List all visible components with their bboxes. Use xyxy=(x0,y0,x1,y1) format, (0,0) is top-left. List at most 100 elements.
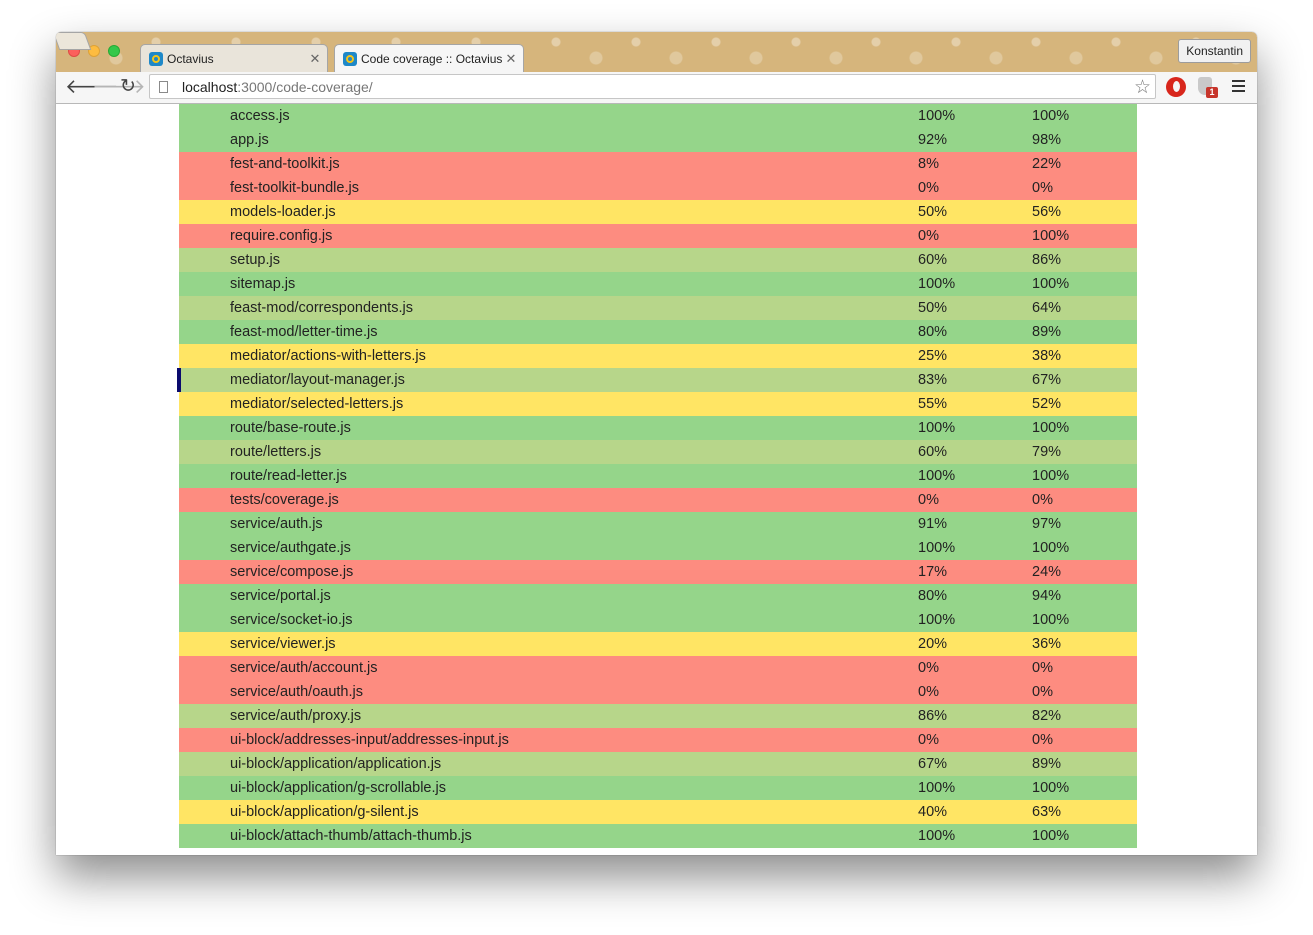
coverage-value-1: 0% xyxy=(918,660,939,676)
bookmark-star-icon[interactable]: ☆ xyxy=(1134,76,1151,99)
forward-arrow-icon[interactable]: 🡒 xyxy=(92,77,146,97)
file-name: service/authgate.js xyxy=(230,540,351,556)
table-row: mediator/selected-letters.js 55% 52% xyxy=(179,392,1137,416)
table-row: service/auth/account.js 0% 0% xyxy=(179,656,1137,680)
coverage-value-2: 0% xyxy=(1032,660,1053,676)
file-name: mediator/actions-with-letters.js xyxy=(230,348,426,364)
file-name: access.js xyxy=(230,108,290,124)
page-viewport[interactable]: access.js 100% 100% app.js 92% 98% fest-and-to… xyxy=(56,104,1257,855)
coverage-value-1: 100% xyxy=(918,540,956,556)
coverage-value-1: 8% xyxy=(918,156,939,172)
ghostery-extension-icon[interactable]: 1 xyxy=(1196,77,1218,98)
coverage-value-1: 0% xyxy=(918,228,939,244)
table-row: route/letters.js 60% 79% xyxy=(179,440,1137,464)
coverage-value-1: 100% xyxy=(918,780,956,796)
browser-window: Octavius ✕ Code coverage :: Octavius ✕ K… xyxy=(56,32,1257,855)
table-row: service/portal.js 80% 94% xyxy=(179,584,1137,608)
profile-button[interactable]: Konstantin xyxy=(1178,39,1251,63)
table-row: app.js 92% 98% xyxy=(179,128,1137,152)
file-name: setup.js xyxy=(230,252,280,268)
coverage-value-2: 22% xyxy=(1032,156,1062,172)
coverage-value-1: 91% xyxy=(918,516,948,532)
coverage-value-2: 100% xyxy=(1032,780,1070,796)
table-row: ui-block/application/g-scrollable.js 100%… xyxy=(179,776,1137,800)
file-name: feast-mod/correspondents.js xyxy=(230,300,413,316)
file-name: service/compose.js xyxy=(230,564,354,580)
file-name: service/auth/account.js xyxy=(230,660,378,676)
table-row: tests/coverage.js 0% 0% xyxy=(179,488,1137,512)
table-row: access.js 100% 100% xyxy=(179,104,1137,128)
coverage-value-1: 100% xyxy=(918,828,956,844)
coverage-value-2: 100% xyxy=(1032,612,1070,628)
close-icon[interactable]: ✕ xyxy=(307,51,323,67)
table-row: service/auth/oauth.js 0% 0% xyxy=(179,680,1137,704)
file-name: require.config.js xyxy=(230,228,333,244)
table-row: mediator/actions-with-letters.js 25% 38% xyxy=(179,344,1137,368)
coverage-value-1: 50% xyxy=(918,300,948,316)
tab-title: Code coverage :: Octavius xyxy=(361,51,503,66)
file-name: ui-block/application/g-silent.js xyxy=(230,804,419,820)
menu-icon[interactable] xyxy=(1232,80,1245,95)
coverage-value-1: 80% xyxy=(918,588,948,604)
coverage-table: access.js 100% 100% app.js 92% 98% fest-and-to… xyxy=(177,104,1137,848)
coverage-value-2: 100% xyxy=(1032,828,1070,844)
tab-title: Octavius xyxy=(167,51,214,66)
file-name: fest-and-toolkit.js xyxy=(230,156,340,172)
coverage-value-2: 86% xyxy=(1032,252,1062,268)
coverage-value-2: 100% xyxy=(1032,276,1070,292)
file-name: ui-block/application/g-scrollable.js xyxy=(230,780,446,796)
table-row: ui-block/attach-thumb/attach-thumb.js 100… xyxy=(179,824,1137,848)
reload-icon[interactable]: ↻ xyxy=(120,77,136,97)
file-name: service/auth/proxy.js xyxy=(230,708,362,724)
coverage-value-1: 100% xyxy=(918,420,956,436)
coverage-value-1: 100% xyxy=(918,468,956,484)
url-text[interactable]: localhost:3000/code-coverage/ xyxy=(182,79,373,95)
file-name: tests/coverage.js xyxy=(230,492,339,508)
file-name: ui-block/application/application.js xyxy=(230,756,442,772)
table-row: service/viewer.js 20% 36% xyxy=(179,632,1137,656)
new-tab-button[interactable] xyxy=(56,32,92,50)
coverage-value-1: 100% xyxy=(918,276,956,292)
coverage-value-1: 100% xyxy=(918,612,956,628)
coverage-value-1: 80% xyxy=(918,324,948,340)
coverage-value-1: 0% xyxy=(918,180,939,196)
coverage-value-2: 94% xyxy=(1032,588,1062,604)
coverage-value-1: 67% xyxy=(918,756,948,772)
coverage-value-2: 79% xyxy=(1032,444,1062,460)
tab-code-coverage[interactable]: Code coverage :: Octavius ✕ xyxy=(334,44,524,72)
coverage-value-2: 38% xyxy=(1032,348,1062,364)
zoom-window-button[interactable] xyxy=(108,45,120,57)
table-row: fest-and-toolkit.js 8% 22% xyxy=(179,152,1137,176)
tab-octavius[interactable]: Octavius ✕ xyxy=(140,44,328,72)
opera-extension-icon[interactable] xyxy=(1166,77,1186,97)
close-icon[interactable]: ✕ xyxy=(503,51,519,67)
browser-toolbar: 🡐 🡒 ↻ localhost:3000/code-coverage/ ☆ 1 xyxy=(56,72,1257,104)
table-row: feast-mod/letter-time.js 80% 89% xyxy=(179,320,1137,344)
coverage-value-1: 83% xyxy=(918,372,948,388)
url-path: :3000/code-coverage/ xyxy=(237,78,373,95)
coverage-value-1: 50% xyxy=(918,204,948,220)
table-row: setup.js 60% 86% xyxy=(179,248,1137,272)
coverage-value-2: 100% xyxy=(1032,468,1070,484)
coverage-value-2: 100% xyxy=(1032,228,1070,244)
file-name: ui-block/attach-thumb/attach-thumb.js xyxy=(230,828,472,844)
file-name: route/letters.js xyxy=(230,444,322,460)
file-name: ui-block/addresses-input/addresses-input… xyxy=(230,732,509,748)
address-bar[interactable]: localhost:3000/code-coverage/ ☆ xyxy=(149,74,1156,99)
file-name: route/read-letter.js xyxy=(230,468,347,484)
coverage-value-1: 40% xyxy=(918,804,948,820)
coverage-value-1: 0% xyxy=(918,492,939,508)
file-name: service/viewer.js xyxy=(230,636,336,652)
page-icon xyxy=(159,80,168,93)
file-name: feast-mod/letter-time.js xyxy=(230,324,378,340)
table-row: ui-block/application/application.js 67% 89… xyxy=(179,752,1137,776)
table-row: feast-mod/correspondents.js 50% 64% xyxy=(179,296,1137,320)
coverage-value-2: 98% xyxy=(1032,132,1062,148)
coverage-value-2: 100% xyxy=(1032,108,1070,124)
coverage-value-1: 55% xyxy=(918,396,948,412)
file-name: service/auth.js xyxy=(230,516,323,532)
table-row: ui-block/application/g-silent.js 40% 63% xyxy=(179,800,1137,824)
table-row: service/socket-io.js 100% 100% xyxy=(179,608,1137,632)
table-row: service/compose.js 17% 24% xyxy=(179,560,1137,584)
coverage-value-2: 0% xyxy=(1032,732,1053,748)
